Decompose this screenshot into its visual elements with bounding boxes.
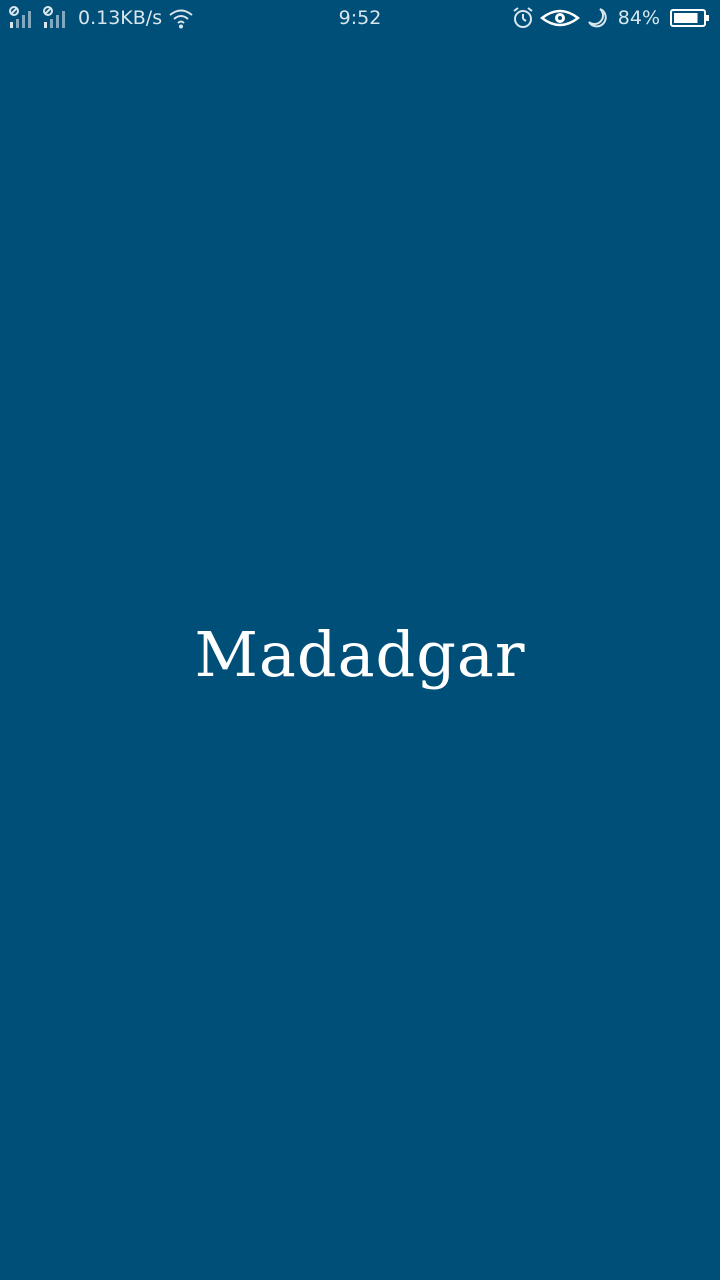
app-name-title: Madadgar [194, 618, 526, 691]
battery-percent: 84% [617, 7, 660, 29]
splash-screen: 0.13KB/s 9:52 84% Madadgar [0, 0, 720, 1280]
alarm-icon [512, 7, 534, 29]
battery-icon [670, 8, 710, 28]
eye-comfort-icon [539, 7, 580, 29]
do-not-disturb-moon-icon [586, 7, 608, 29]
status-bar: 0.13KB/s 9:52 84% [0, 0, 720, 36]
status-bar-right: 84% [512, 4, 710, 32]
